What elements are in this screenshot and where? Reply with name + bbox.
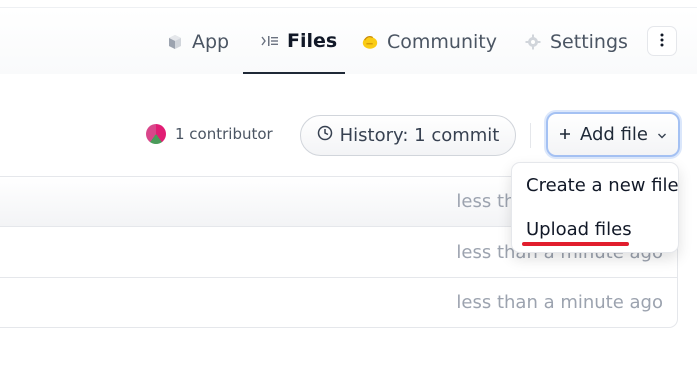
more-options-button[interactable] — [647, 26, 677, 56]
top-divider — [0, 0, 697, 8]
tab-community[interactable]: Community — [361, 9, 497, 74]
upload-files-item[interactable]: Upload files — [526, 219, 632, 240]
last-updated: less than a minute ago — [456, 292, 663, 313]
history-label: History: 1 commit — [339, 125, 500, 146]
contributors-label: 1 contributor — [175, 125, 273, 143]
chevron-down-icon — [657, 124, 667, 145]
repo-navbar: App Files Community Settings — [0, 9, 697, 74]
tab-label: Files — [287, 29, 338, 52]
tab-files[interactable]: Files — [243, 9, 345, 74]
kebab-icon — [660, 32, 664, 51]
cube-icon — [166, 33, 184, 51]
toolbar-divider — [530, 123, 531, 148]
clap-icon — [361, 33, 379, 51]
tab-label: Community — [387, 30, 497, 53]
history-button[interactable]: History: 1 commit — [300, 115, 516, 156]
create-new-file-item[interactable]: Create a new file — [526, 175, 679, 196]
table-row[interactable]: less than a minute ago — [0, 278, 677, 327]
avatar — [146, 124, 166, 144]
tab-label: Settings — [550, 30, 628, 53]
add-file-button[interactable]: Add file — [546, 112, 680, 157]
plus-icon — [559, 124, 571, 145]
clock-icon — [317, 125, 333, 146]
contributors-link[interactable]: 1 contributor — [146, 124, 273, 144]
add-file-menu: Create a new file Upload files — [511, 162, 679, 253]
highlight-underline — [522, 242, 629, 246]
tab-app[interactable]: App — [166, 9, 229, 74]
tab-settings[interactable]: Settings — [524, 9, 628, 74]
files-icon — [261, 32, 279, 50]
tab-label: App — [192, 30, 230, 53]
add-file-label: Add file — [580, 124, 648, 145]
gear-icon — [524, 33, 542, 51]
